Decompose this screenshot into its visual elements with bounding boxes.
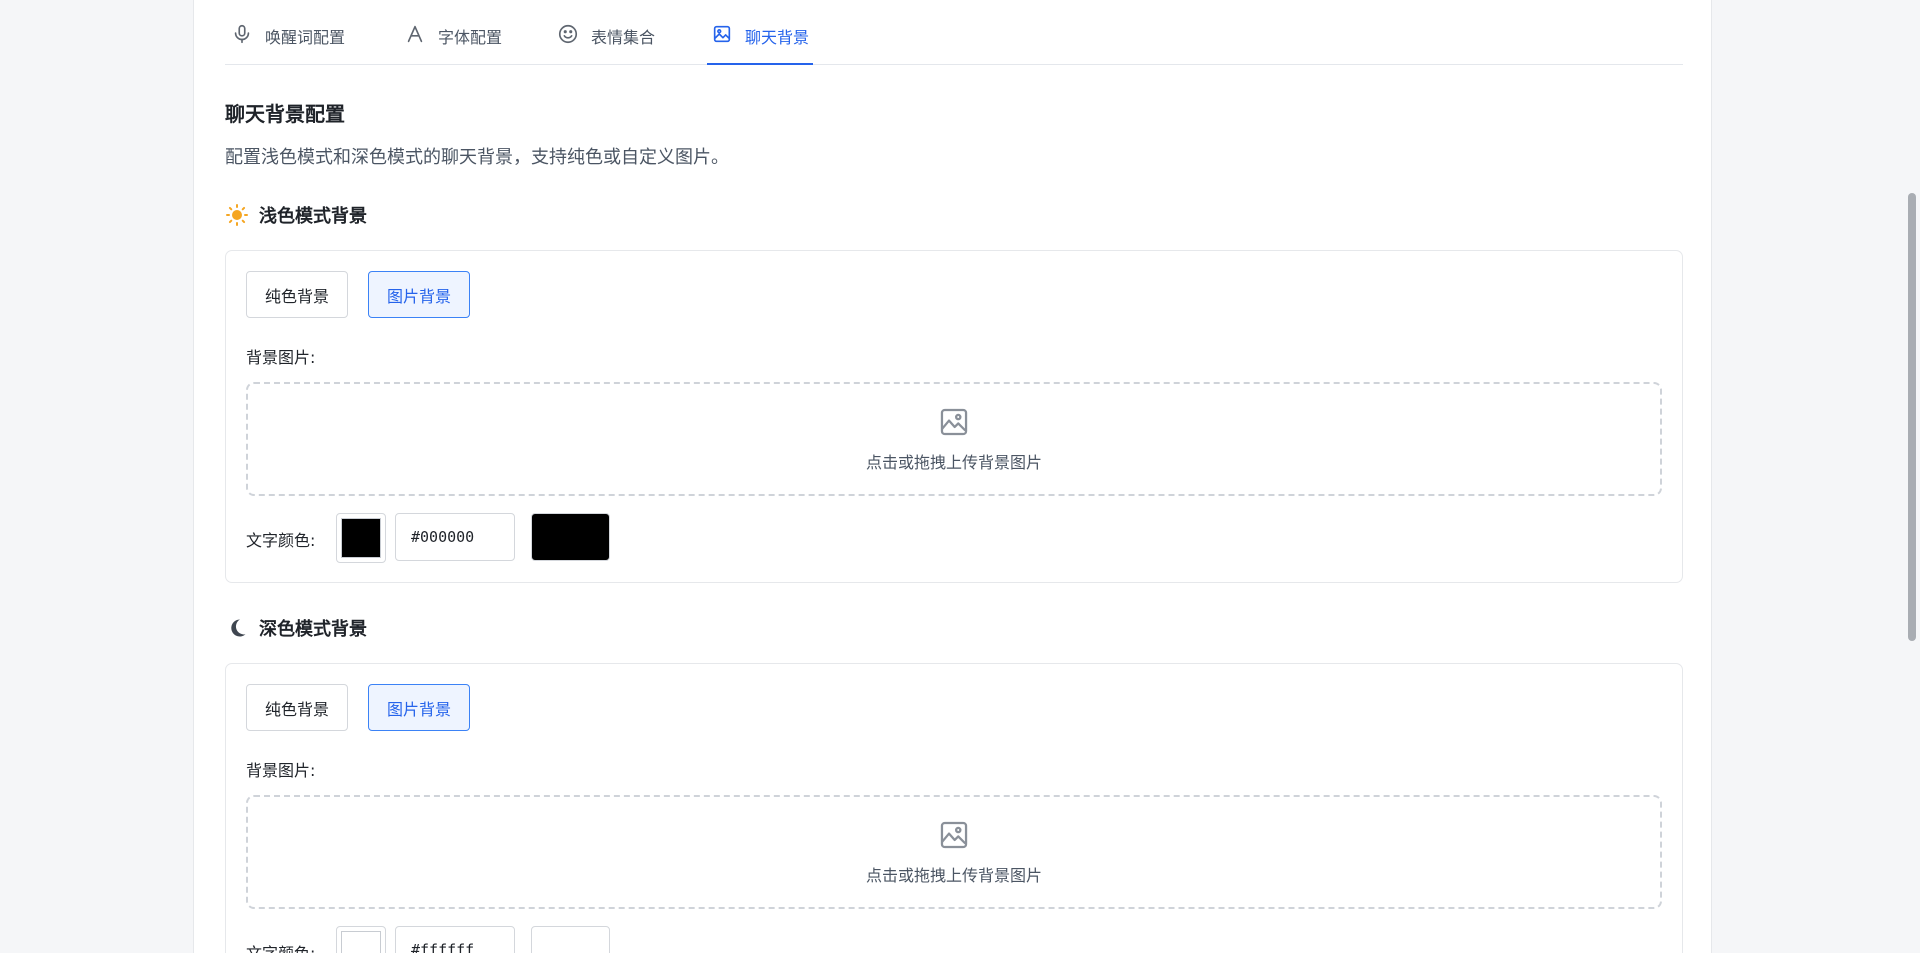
tab-font[interactable]: 字体配置 <box>404 24 502 65</box>
tab-emoji[interactable]: 表情集合 <box>557 24 655 65</box>
smiley-icon <box>558 24 578 44</box>
tab-label: 聊天背景 <box>745 28 810 47</box>
vertical-scrollbar[interactable] <box>1904 0 1920 953</box>
sun-icon <box>226 204 248 226</box>
section-title: 浅色模式背景 <box>259 206 367 227</box>
tab-label: 唤醒词配置 <box>265 28 346 47</box>
background-image-label: 背景图片: <box>246 348 316 367</box>
light-upload-dropzone[interactable]: 点击或拖拽上传背景图片 <box>246 382 1662 496</box>
image-icon <box>940 821 968 849</box>
color-swatch <box>341 931 381 953</box>
dark-color-preview <box>531 926 610 953</box>
light-text-color-input[interactable] <box>395 513 515 561</box>
section-title: 深色模式背景 <box>259 619 367 640</box>
settings-panel: 唤醒词配置 字体配置 表情集合 聊天背景 聊天背景配置 配置浅色模式和深色模式的… <box>193 0 1712 953</box>
upload-text: 点击或拖拽上传背景图片 <box>865 866 1042 885</box>
tab-label: 字体配置 <box>438 28 503 47</box>
light-color-picker[interactable] <box>336 513 386 563</box>
tab-wake-word[interactable]: 唤醒词配置 <box>231 24 345 65</box>
light-image-button[interactable]: 图片背景 <box>368 271 470 318</box>
page-title: 聊天背景配置 <box>225 102 345 126</box>
font-icon <box>407 25 423 43</box>
dark-text-color-input[interactable] <box>395 926 515 953</box>
image-icon <box>940 408 968 436</box>
scrollbar-thumb[interactable] <box>1908 193 1916 641</box>
tab-bar: 唤醒词配置 字体配置 表情集合 聊天背景 <box>225 0 1683 65</box>
upload-text: 点击或拖拽上传背景图片 <box>865 453 1042 472</box>
dark-color-picker[interactable] <box>336 926 386 953</box>
microphone-icon <box>234 24 250 44</box>
text-color-label: 文字颜色: <box>246 531 316 550</box>
color-swatch <box>341 518 381 558</box>
tab-label: 表情集合 <box>591 28 656 47</box>
text-color-label: 文字颜色: <box>246 940 315 953</box>
dark-image-button[interactable]: 图片背景 <box>368 684 470 731</box>
image-icon <box>713 25 731 43</box>
light-mode-card: 纯色背景 图片背景 背景图片: 点击或拖拽上传背景图片 文字颜色: <box>225 250 1683 583</box>
page-description: 配置浅色模式和深色模式的聊天背景，支持纯色或自定义图片。 <box>225 147 729 168</box>
dark-upload-dropzone[interactable]: 点击或拖拽上传背景图片 <box>246 795 1662 909</box>
dark-solid-button[interactable]: 纯色背景 <box>246 684 348 731</box>
light-mode-heading: 浅色模式背景 <box>225 202 367 228</box>
moon-icon <box>231 619 246 637</box>
dark-mode-heading: 深色模式背景 <box>225 615 367 641</box>
background-image-label: 背景图片: <box>246 761 316 780</box>
tab-chat-background[interactable]: 聊天背景 <box>707 24 814 65</box>
light-color-preview <box>531 513 610 561</box>
light-solid-button[interactable]: 纯色背景 <box>246 271 348 318</box>
dark-mode-card: 纯色背景 图片背景 背景图片: 点击或拖拽上传背景图片 文字颜色: <box>225 663 1683 953</box>
settings-content: 唤醒词配置 字体配置 表情集合 聊天背景 聊天背景配置 配置浅色模式和深色模式的… <box>225 0 1683 953</box>
